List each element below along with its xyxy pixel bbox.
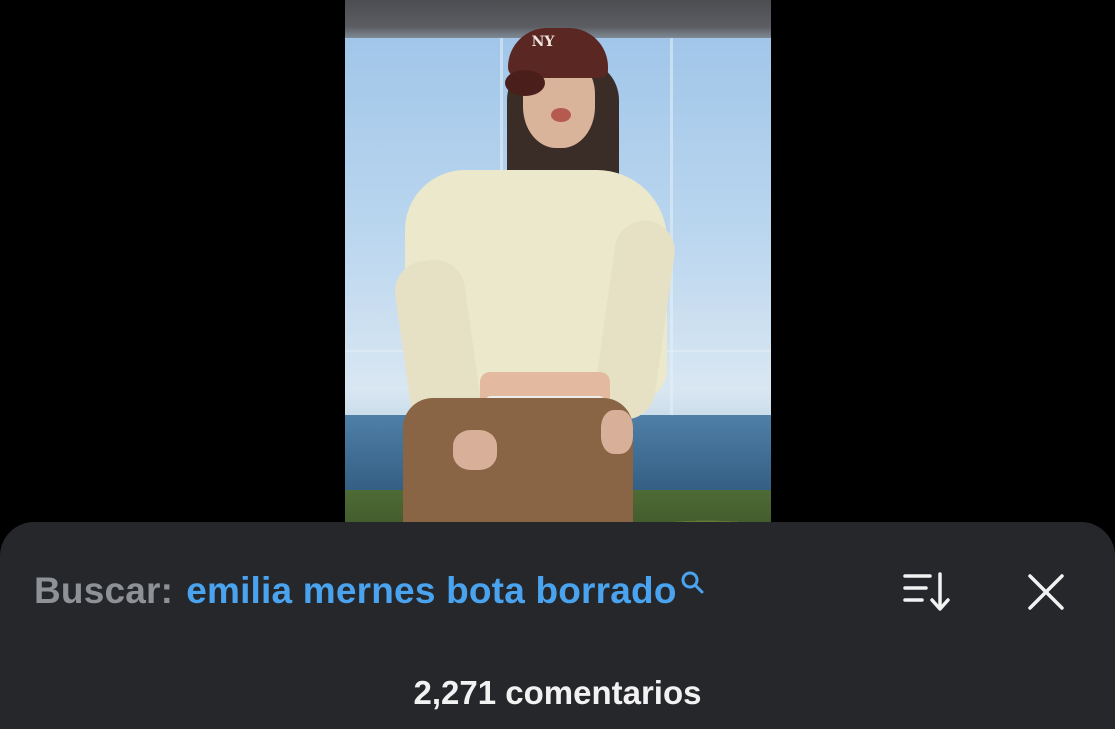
close-icon [1028, 574, 1064, 610]
sort-icon [903, 572, 950, 611]
search-icon[interactable] [679, 569, 705, 595]
comment-search-bar[interactable]: Buscar: emilia mernes bota borrado [34, 569, 705, 613]
skirt [403, 398, 633, 540]
search-query-link[interactable]: emilia mernes bota borrado [186, 570, 676, 612]
cap-logo: NY [531, 34, 555, 50]
sort-button[interactable] [902, 570, 954, 614]
comment-count: 2,271 comentarios [413, 674, 702, 711]
lips [551, 108, 571, 122]
app-screen: NY Buscar: emilia mernes bota borrado 2,… [0, 0, 1115, 729]
left-hand [453, 430, 497, 470]
cap-brim [505, 70, 545, 96]
right-hand [601, 410, 633, 454]
close-button[interactable] [1024, 570, 1068, 614]
person-figure: NY [345, 0, 771, 540]
comments-sheet: Buscar: emilia mernes bota borrado 2,271… [0, 522, 1115, 729]
video-frame[interactable]: NY [345, 0, 771, 540]
search-label: Buscar: [34, 570, 174, 611]
